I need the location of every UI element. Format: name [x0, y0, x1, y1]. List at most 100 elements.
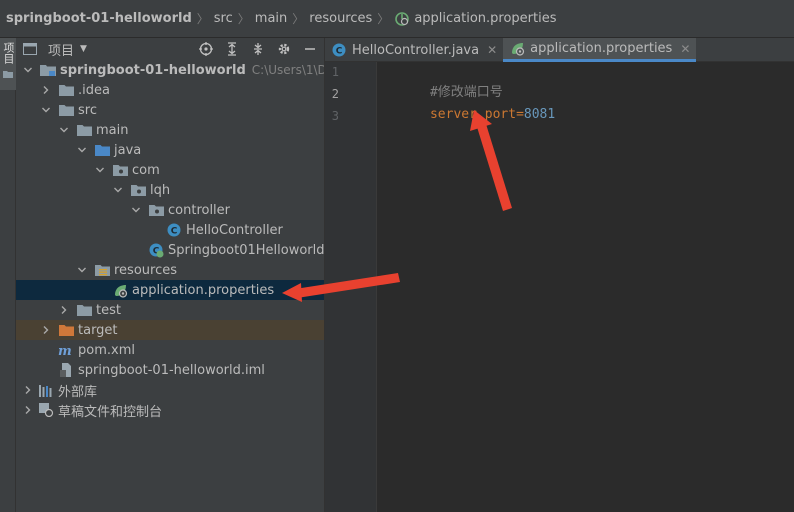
tree-row-resources[interactable]: resources	[16, 260, 324, 280]
breadcrumb-separator: 〉	[196, 12, 209, 26]
tab-label: HelloController.java	[352, 42, 480, 58]
close-icon[interactable]: ✕	[487, 43, 497, 57]
expand-arrow-icon[interactable]	[112, 184, 124, 196]
project-panel-header: 项目 ▼	[16, 38, 324, 60]
folder-icon	[58, 82, 74, 98]
folder-icon	[76, 122, 92, 138]
tree-label: .idea	[78, 82, 110, 98]
breadcrumb-src[interactable]: src	[214, 11, 233, 26]
tree-row-scratches[interactable]: 草稿文件和控制台	[16, 400, 324, 420]
line-number: 3	[331, 109, 339, 123]
line-number: 1	[331, 65, 339, 79]
expand-arrow-icon[interactable]	[76, 144, 88, 156]
maven-icon: m	[58, 342, 74, 358]
expand-arrow-icon[interactable]	[40, 104, 52, 116]
tree-label: 草稿文件和控制台	[58, 404, 163, 420]
folder-icon	[76, 302, 92, 318]
breadcrumb-file[interactable]: application.properties	[394, 11, 557, 27]
svg-text:C: C	[336, 47, 343, 57]
tree-label: HelloController	[186, 222, 283, 238]
tree-label: springboot-01-helloworld	[60, 62, 246, 78]
tree-label: target	[78, 322, 118, 338]
breadcrumb: springboot-01-helloworld 〉 src 〉 main 〉 …	[0, 0, 794, 38]
tree-path: C:\Users\1\Desktop	[251, 63, 324, 77]
svg-text:C: C	[171, 227, 178, 237]
tree-row-hellocontroller[interactable]: C HelloController	[16, 220, 324, 240]
tree-row-test[interactable]: test	[16, 300, 324, 320]
folder-icon	[3, 67, 13, 82]
library-icon	[38, 382, 54, 398]
spring-properties-icon	[509, 41, 525, 57]
expand-arrow-icon[interactable]	[76, 264, 88, 276]
tree-row-idea[interactable]: .idea	[16, 80, 324, 100]
tree-row-main[interactable]: main	[16, 120, 324, 140]
tree-label: src	[78, 102, 97, 118]
folder-icon	[58, 102, 74, 118]
select-opened-file-icon[interactable]	[198, 41, 214, 57]
excluded-folder-icon	[58, 322, 74, 338]
tree-row-src[interactable]: src	[16, 100, 324, 120]
tree-label: pom.xml	[78, 342, 135, 358]
tree-row-java[interactable]: java	[16, 140, 324, 160]
tree-label: test	[96, 302, 121, 318]
code-line-1[interactable]: #修改端口号	[383, 63, 503, 100]
breadcrumb-main[interactable]: main	[255, 11, 287, 26]
tree-label: resources	[114, 262, 178, 278]
tree-label: springboot-01-helloworld.iml	[78, 362, 265, 378]
breadcrumb-file-label: application.properties	[414, 11, 557, 26]
project-tree: springboot-01-helloworld C:\Users\1\Desk…	[16, 60, 325, 420]
tree-row-project-root[interactable]: springboot-01-helloworld C:\Users\1\Desk…	[16, 60, 324, 80]
tree-label: com	[132, 162, 160, 178]
expand-arrow-icon[interactable]	[22, 64, 34, 76]
package-icon	[112, 162, 128, 178]
package-icon	[148, 202, 164, 218]
tree-label: lqh	[150, 182, 171, 198]
tree-row-controller[interactable]: controller	[16, 200, 324, 220]
tree-row-application-properties[interactable]: application.properties	[16, 280, 324, 300]
close-icon[interactable]: ✕	[680, 42, 690, 56]
line-number-gutter: 1 2 3	[325, 62, 377, 512]
project-panel-title[interactable]: 项目	[48, 40, 74, 59]
expand-arrow-icon[interactable]	[94, 164, 106, 176]
collapsed-arrow-icon[interactable]	[58, 304, 70, 316]
collapsed-arrow-icon[interactable]	[40, 84, 52, 96]
property-value: 8081	[523, 107, 556, 122]
project-panel: 项目 ▼ springboot-01-helloworld C:\Users\1…	[16, 38, 325, 512]
tree-label: 外部库	[58, 384, 98, 400]
breadcrumb-separator: 〉	[237, 12, 250, 26]
collapse-all-icon[interactable]	[250, 41, 266, 57]
dropdown-caret-icon[interactable]: ▼	[80, 44, 87, 54]
tree-label: Springboot01HelloworldApplication	[168, 242, 325, 258]
project-tool-tab[interactable]: 项目	[0, 38, 16, 90]
line-number: 2	[331, 87, 339, 101]
tab-application-properties[interactable]: application.properties ✕	[503, 38, 697, 62]
tree-row-lqh[interactable]: lqh	[16, 180, 324, 200]
tree-row-iml[interactable]: springboot-01-helloworld.iml	[16, 360, 324, 380]
tab-hellocontroller[interactable]: C HelloController.java ✕	[325, 38, 503, 62]
breadcrumb-resources[interactable]: resources	[309, 11, 372, 26]
breadcrumb-project[interactable]: springboot-01-helloworld	[6, 11, 192, 26]
resources-folder-icon	[94, 262, 110, 278]
iml-file-icon	[58, 362, 74, 378]
expand-arrow-icon[interactable]	[58, 124, 70, 136]
expand-all-icon[interactable]	[224, 41, 240, 57]
collapsed-arrow-icon[interactable]	[22, 404, 34, 416]
gear-icon[interactable]	[276, 41, 292, 57]
tree-row-pom[interactable]: m pom.xml	[16, 340, 324, 360]
collapsed-arrow-icon[interactable]	[22, 384, 34, 396]
expand-arrow-icon[interactable]	[130, 204, 142, 216]
package-icon	[130, 182, 146, 198]
tree-row-com[interactable]: com	[16, 160, 324, 180]
tree-row-target[interactable]: target	[16, 320, 324, 340]
project-view-icon	[22, 41, 38, 57]
code-line-2[interactable]: server.port=8081	[383, 85, 555, 122]
spring-properties-icon	[394, 11, 410, 27]
spring-boot-class-icon: C	[148, 242, 164, 258]
collapsed-arrow-icon[interactable]	[40, 324, 52, 336]
tree-row-external-libraries[interactable]: 外部库	[16, 380, 324, 400]
tree-row-application-class[interactable]: C Springboot01HelloworldApplication	[16, 240, 325, 260]
left-tool-strip: 项目	[0, 38, 16, 512]
editor-area: C HelloController.java ✕ application.pro…	[325, 38, 794, 512]
minimize-icon[interactable]	[302, 41, 318, 57]
java-class-icon: C	[166, 222, 182, 238]
